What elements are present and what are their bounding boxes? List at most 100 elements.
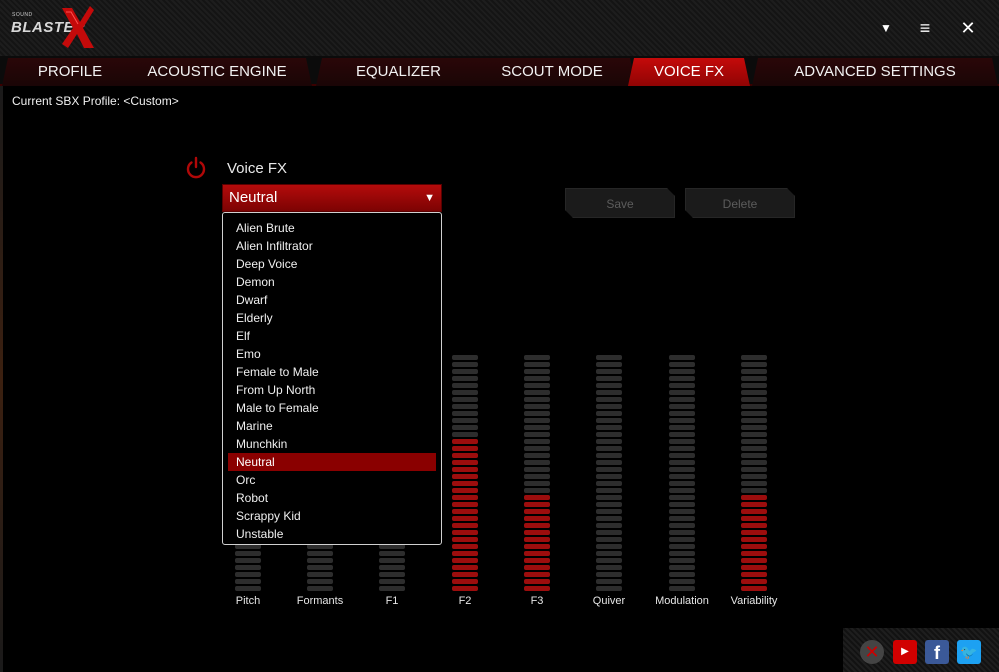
twitter-icon[interactable]: 🐦 [957, 640, 981, 664]
slider-segment [741, 432, 767, 437]
voice-fx-option[interactable]: Munchkin [228, 435, 436, 453]
voice-fx-option[interactable]: Marine [228, 417, 436, 435]
tab-advanced-settings[interactable]: ADVANCED SETTINGS [752, 58, 998, 86]
slider-segment [307, 586, 333, 591]
slider-segment [235, 558, 261, 563]
slider-segment [669, 558, 695, 563]
voice-fx-option[interactable]: Male to Female [228, 399, 436, 417]
slider-segment [452, 495, 478, 500]
tab-profile[interactable]: PROFILE [2, 58, 138, 86]
voice-fx-option[interactable]: Deep Voice [228, 255, 436, 273]
slider-segment [669, 537, 695, 542]
voice-fx-option[interactable]: Dwarf [228, 291, 436, 309]
slider-segment [524, 355, 550, 360]
voice-fx-option-selected[interactable]: Neutral [228, 453, 436, 471]
voice-fx-option[interactable]: Elderly [228, 309, 436, 327]
slider-f3[interactable] [524, 355, 550, 591]
delete-button[interactable]: Delete [685, 188, 795, 218]
voice-fx-option[interactable]: Alien Infiltrator [228, 237, 436, 255]
slider-segment [669, 418, 695, 423]
youtube-icon[interactable]: ▶ [893, 640, 917, 664]
slider-segment [524, 383, 550, 388]
slider-segment [596, 530, 622, 535]
voice-fx-option[interactable]: Demon [228, 273, 436, 291]
tab-scout-mode[interactable]: SCOUT MODE [468, 58, 636, 86]
tab-acoustic-engine[interactable]: ACOUSTIC ENGINE [122, 58, 312, 86]
slider-segment [669, 404, 695, 409]
slider-segment [524, 495, 550, 500]
voice-fx-option[interactable]: Scrappy Kid [228, 507, 436, 525]
social-bar: ✕ ▶ f 🐦 [843, 628, 999, 672]
tab-label: VOICE FX [653, 63, 724, 80]
slider-segment [669, 488, 695, 493]
sound-blasterx-logo: SOUND BLASTER [8, 6, 100, 48]
slider-segment [596, 425, 622, 430]
slider-segment [669, 411, 695, 416]
minimize-button[interactable]: ▼ [874, 16, 898, 40]
voice-fx-title: Voice FX [227, 160, 288, 177]
close-social-icon[interactable]: ✕ [860, 640, 884, 664]
close-button[interactable]: ✕ [956, 16, 980, 40]
voice-fx-select[interactable]: Neutral ▼ [222, 184, 442, 212]
slider-segment [524, 404, 550, 409]
slider-segment [452, 558, 478, 563]
voice-fx-option[interactable]: Unstable [228, 525, 436, 543]
slider-segment [524, 509, 550, 514]
menu-button[interactable]: ≡ [913, 16, 937, 40]
slider-segment [307, 579, 333, 584]
tab-voice-fx[interactable]: VOICE FX [628, 58, 750, 86]
slider-segment [741, 579, 767, 584]
slider-segment [596, 355, 622, 360]
slider-segment [669, 544, 695, 549]
slider-segment [596, 439, 622, 444]
slider-segment [379, 558, 405, 563]
slider-segment [452, 404, 478, 409]
slider-segment [379, 579, 405, 584]
voice-fx-option[interactable]: From Up North [228, 381, 436, 399]
slider-segment [524, 467, 550, 472]
title-bar[interactable]: SOUND BLASTER ▼ ≡ ✕ [0, 0, 999, 56]
slider-segment [669, 572, 695, 577]
slider-segment [235, 572, 261, 577]
slider-segment [741, 495, 767, 500]
slider-segment [524, 544, 550, 549]
slider-segment [452, 446, 478, 451]
slider-segment [596, 467, 622, 472]
logo-x-mark [62, 6, 94, 48]
voice-fx-option[interactable]: Robot [228, 489, 436, 507]
facebook-icon[interactable]: f [925, 640, 949, 664]
voice-fx-option[interactable]: Female to Male [228, 363, 436, 381]
slider-variability[interactable] [741, 355, 767, 591]
slider-modulation[interactable] [669, 355, 695, 591]
slider-segment [524, 579, 550, 584]
slider-segment [669, 523, 695, 528]
slider-segment [524, 586, 550, 591]
voice-fx-option[interactable]: Elf [228, 327, 436, 345]
voice-fx-option[interactable]: Orc [228, 471, 436, 489]
slider-segment [741, 474, 767, 479]
voice-fx-option[interactable]: Emo [228, 345, 436, 363]
voice-fx-option[interactable]: Alien Brute [228, 219, 436, 237]
slider-f2[interactable] [452, 355, 478, 591]
slider-segment [452, 509, 478, 514]
slider-segment [379, 565, 405, 570]
voice-fx-selected-value: Neutral [229, 189, 278, 206]
slider-segment [741, 404, 767, 409]
slider-segment [669, 355, 695, 360]
slider-segment [379, 586, 405, 591]
slider-segment [452, 453, 478, 458]
slider-segment [741, 362, 767, 367]
slider-segment [235, 551, 261, 556]
slider-segment [596, 418, 622, 423]
slider-quiver[interactable] [596, 355, 622, 591]
save-button[interactable]: Save [565, 188, 675, 218]
slider-segment [741, 376, 767, 381]
slider-segment [669, 453, 695, 458]
slider-segment [669, 397, 695, 402]
tab-equalizer[interactable]: EQUALIZER [316, 58, 481, 86]
slider-segment [307, 558, 333, 563]
power-icon[interactable] [184, 156, 208, 180]
slider-segment [741, 516, 767, 521]
slider-segment [452, 355, 478, 360]
voice-fx-dropdown-list[interactable]: Alien Brute Alien Infiltrator Deep Voice… [222, 212, 442, 545]
